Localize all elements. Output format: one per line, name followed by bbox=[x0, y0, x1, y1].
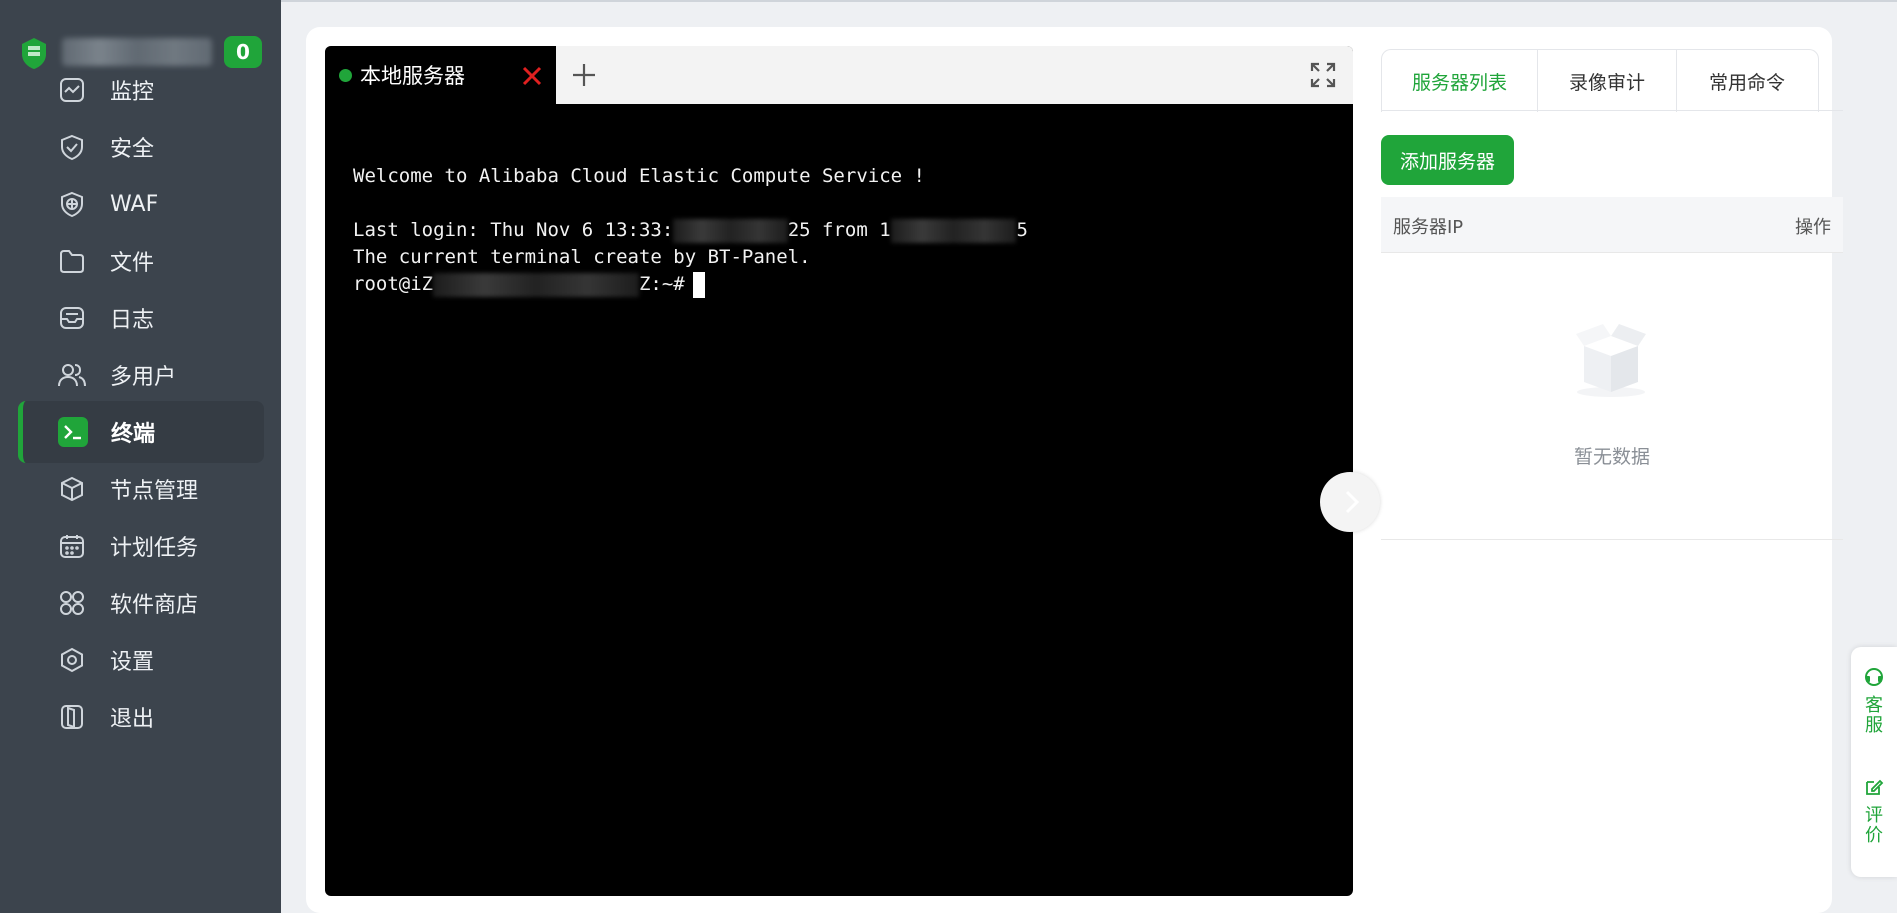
sidebar-item-logout[interactable]: 退出 bbox=[18, 686, 264, 748]
add-tab-icon[interactable] bbox=[570, 61, 598, 89]
sidebar-item-label: 安全 bbox=[110, 137, 155, 162]
sidebar-item-label: 文件 bbox=[110, 251, 155, 276]
close-icon[interactable] bbox=[519, 63, 545, 89]
sidebar-item-label: 多用户 bbox=[110, 365, 177, 390]
logout-icon bbox=[56, 701, 88, 733]
chevron-right-icon bbox=[1345, 490, 1360, 514]
redacted-ip: XXXXXXXXXXX bbox=[890, 218, 1017, 243]
waf-globe-shield-icon bbox=[56, 188, 88, 220]
terminal-line-prompt: root@iZXXXXXXXXXXXXXXXXXXZ:~# bbox=[353, 271, 705, 298]
sidebar-item-users[interactable]: 多用户 bbox=[18, 344, 264, 406]
sidebar-item-label: 设置 bbox=[110, 650, 155, 675]
sidebar-item-terminal[interactable]: 终端 bbox=[18, 401, 264, 463]
monitor-icon bbox=[56, 74, 88, 106]
shield-check-icon bbox=[56, 131, 88, 163]
online-status-dot bbox=[339, 68, 352, 82]
headset-icon bbox=[1865, 668, 1883, 686]
sidebar-item-label: 监控 bbox=[110, 80, 155, 105]
tab-common-commands[interactable]: 常用命令 bbox=[1677, 50, 1817, 112]
sidebar-item-nodes[interactable]: 节点管理 bbox=[18, 458, 264, 520]
table-bottom-border bbox=[1381, 539, 1843, 540]
tab-server-list[interactable]: 服务器列表 bbox=[1382, 50, 1538, 112]
log-tray-icon bbox=[56, 302, 88, 334]
sidebar-item-cron[interactable]: 计划任务 bbox=[18, 515, 264, 577]
apps-icon bbox=[56, 587, 88, 619]
review-button[interactable]: 评价 bbox=[1851, 777, 1897, 846]
terminal-icon bbox=[57, 416, 89, 448]
server-table-header: 服务器IP 操作 bbox=[1381, 197, 1843, 253]
cube-icon bbox=[56, 473, 88, 505]
terminal-tab-bar: 本地服务器 bbox=[325, 46, 1353, 104]
collapse-panel-button[interactable] bbox=[1320, 472, 1380, 532]
column-actions: 操作 bbox=[1795, 217, 1831, 238]
edit-icon bbox=[1866, 779, 1884, 795]
sidebar-item-logs[interactable]: 日志 bbox=[18, 287, 264, 349]
terminal-line-last-login: Last login: Thu Nov 6 13:33:XXXXXXXXXX25… bbox=[353, 218, 1028, 243]
sidebar-item-label: 日志 bbox=[110, 308, 155, 333]
terminal-window[interactable]: 本地服务器 Welcome to Alibaba Cloud Elastic C… bbox=[325, 46, 1353, 896]
empty-box-icon bbox=[1576, 324, 1646, 397]
sidebar-item-security[interactable]: 安全 bbox=[18, 116, 264, 178]
panel-tabs: 服务器列表 录像审计 常用命令 bbox=[1381, 49, 1819, 112]
tab-recording-audit[interactable]: 录像审计 bbox=[1538, 50, 1677, 112]
users-icon bbox=[56, 359, 88, 391]
tabs-divider bbox=[1381, 110, 1843, 111]
sidebar-item-monitor[interactable]: 监控 bbox=[18, 59, 264, 121]
tab-label: 本地服务器 bbox=[360, 64, 465, 88]
terminal-line-created-by: The current terminal create by BT-Panel. bbox=[353, 246, 811, 268]
floating-help-widget: 客服 评价 bbox=[1851, 647, 1897, 877]
customer-service-button[interactable]: 客服 bbox=[1851, 667, 1897, 736]
empty-state-text: 暂无数据 bbox=[1573, 446, 1650, 468]
sidebar-item-store[interactable]: 软件商店 bbox=[18, 572, 264, 634]
column-server-ip: 服务器IP bbox=[1393, 217, 1464, 238]
sidebar-item-label: 计划任务 bbox=[110, 536, 199, 561]
sidebar-item-label: 终端 bbox=[111, 422, 156, 447]
terminal-cursor bbox=[692, 271, 705, 298]
sidebar-item-settings[interactable]: 设置 bbox=[18, 629, 264, 691]
sidebar-item-label: 软件商店 bbox=[110, 593, 199, 618]
sidebar-item-label: WAF bbox=[110, 191, 159, 217]
sidebar-item-waf[interactable]: WAF bbox=[18, 173, 264, 235]
settings-icon bbox=[56, 644, 88, 676]
terminal-output[interactable]: Welcome to Alibaba Cloud Elastic Compute… bbox=[353, 163, 1028, 298]
redacted-date: XXXXXXXXXX bbox=[673, 218, 788, 243]
sidebar-item-label: 节点管理 bbox=[110, 479, 199, 504]
redacted-hostname: XXXXXXXXXXXXXXXXXX bbox=[433, 272, 639, 297]
add-server-button[interactable]: 添加服务器 bbox=[1381, 135, 1514, 185]
tab-local-server[interactable]: 本地服务器 bbox=[325, 46, 556, 104]
folder-icon bbox=[56, 245, 88, 277]
calendar-icon bbox=[56, 530, 88, 562]
terminal-line-welcome: Welcome to Alibaba Cloud Elastic Compute… bbox=[353, 165, 925, 187]
top-border bbox=[281, 0, 1897, 2]
sidebar: 0 监控 安全 WAF 文件 日志 多用户 终端 节点管理 计划任务 软件商店 … bbox=[0, 0, 281, 913]
fullscreen-icon[interactable] bbox=[1310, 62, 1336, 88]
sidebar-item-files[interactable]: 文件 bbox=[18, 230, 264, 292]
sidebar-item-label: 退出 bbox=[110, 707, 155, 732]
